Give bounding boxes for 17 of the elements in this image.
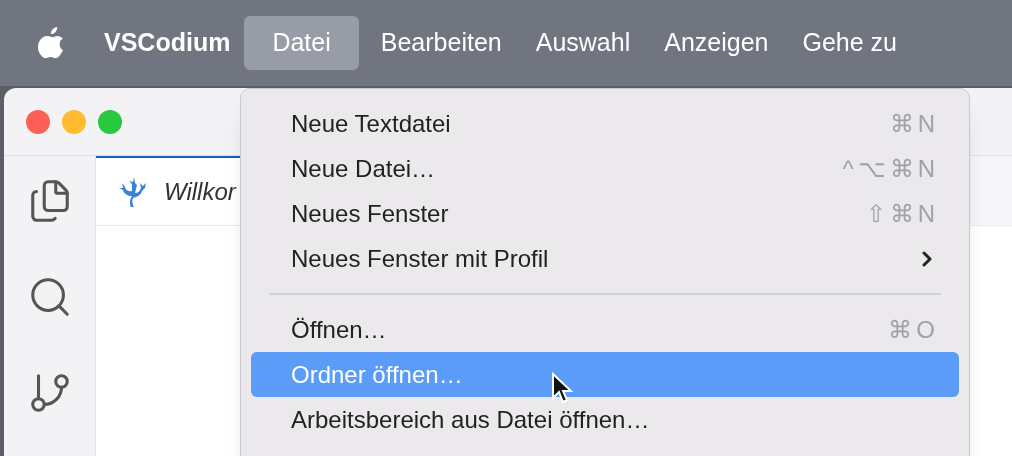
apple-icon[interactable] xyxy=(38,27,66,59)
menu-bar-item[interactable]: Gehe zu xyxy=(790,16,909,70)
app-name[interactable]: VSCodium xyxy=(104,24,231,62)
shortcut-label: ^⌥⌘N xyxy=(842,153,939,184)
shortcut-label: ⇧⌘N xyxy=(865,198,939,229)
close-button[interactable] xyxy=(26,109,50,134)
menu-item[interactable]: Neues Fenster mit Profil xyxy=(251,236,959,281)
mouse-pointer-icon xyxy=(551,372,573,404)
shortcut-label: ⌘N xyxy=(889,108,939,139)
menu-item[interactable]: Neue Textdatei ⌘N xyxy=(251,101,959,146)
menu-item[interactable]: Arbeitsbereich aus Datei öffnen… xyxy=(251,397,959,442)
menu-bar-item[interactable]: Bearbeiten xyxy=(368,16,514,70)
tab-title: Willkor xyxy=(164,176,236,207)
menu-item[interactable]: Öffnen… ⌘O xyxy=(251,307,959,352)
menu-bar-item[interactable]: Anzeigen xyxy=(652,16,781,70)
shortcut-label: ⌘O xyxy=(888,314,939,345)
menu-bar-item[interactable]: Auswahl xyxy=(523,16,643,70)
